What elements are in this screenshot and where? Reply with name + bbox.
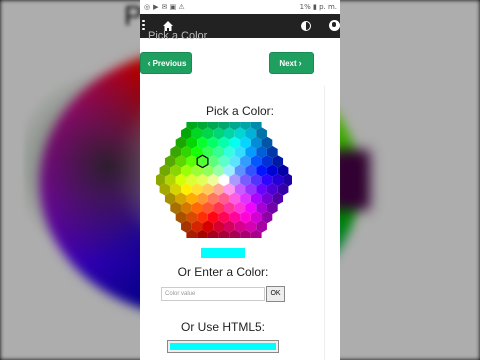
color-value-input[interactable]: Color value [161, 287, 265, 301]
ok-button[interactable]: OK [266, 286, 285, 302]
html5-color-input[interactable] [167, 340, 279, 353]
battery-percent: 1% [299, 3, 311, 11]
html5-color-fill [170, 343, 276, 350]
page-heading-partial: Pick a Color [148, 30, 208, 42]
notification-icons: ✉ ▣ ⚠ [161, 3, 185, 11]
status-bar: ◎ ▶ ✉ ▣ ⚠ 1% ▮ p. m. [140, 0, 340, 14]
chevron-right-icon: › [298, 58, 302, 68]
selected-color-swatch [201, 248, 245, 258]
phone-screen: ◎ ▶ ✉ ▣ ⚠ 1% ▮ p. m. Pick a Color ‹ Prev… [140, 0, 340, 360]
next-button[interactable]: Next › [269, 52, 314, 74]
video-icon: ▶ [153, 3, 159, 11]
status-time: 1% ▮ p. m. [300, 3, 340, 11]
pick-color-heading: Pick a Color: [205, 104, 275, 118]
whatsapp-icon: ◎ [144, 3, 151, 11]
color-hexagon-map[interactable] [156, 122, 292, 238]
previous-label: Previous [152, 58, 187, 68]
clock-text: p. m. [319, 3, 337, 11]
previous-button[interactable]: ‹ Previous [140, 52, 192, 74]
battery-icon: ▮ [312, 3, 317, 11]
enter-color-heading: Or Enter a Color: [177, 265, 269, 279]
next-label: Next [279, 58, 297, 68]
html5-heading: Or Use HTML5: [180, 320, 265, 334]
chevron-left-icon: ‹ [147, 58, 151, 68]
